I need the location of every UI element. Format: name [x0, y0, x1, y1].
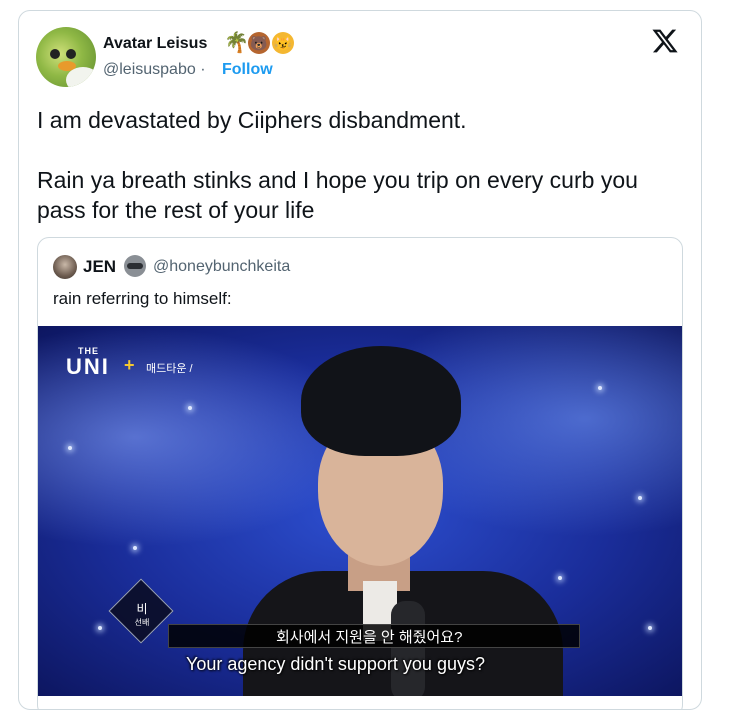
tweet-text: I am devastated by Ciiphers disbandment.…	[37, 105, 677, 225]
quoted-author-handle[interactable]: @honeybunchkeita	[153, 258, 290, 276]
tweet-embed-card[interactable]: Avatar Leisus 🌴 🐻 😼 @leisuspabo · Follow…	[18, 10, 702, 710]
person-hair	[301, 346, 461, 456]
handle-separator: ·	[200, 61, 206, 78]
microphone	[391, 601, 425, 696]
avatar-body	[66, 67, 96, 87]
author-name[interactable]: Avatar Leisus	[103, 35, 207, 53]
follow-button[interactable]: Follow	[222, 61, 273, 79]
sparkle	[133, 546, 137, 550]
quoted-media-image[interactable]: THE UNI + 매드타운 / 비 선배 회사에서 지원을 안 해줬어요? Y…	[38, 326, 682, 696]
sparkle	[648, 626, 652, 630]
x-logo-icon[interactable]	[651, 27, 679, 55]
bear-icon: 🐻	[248, 32, 270, 54]
quoted-author-avatar[interactable]	[53, 255, 77, 279]
english-subtitle: Your agency didn't support you guys?	[186, 654, 485, 674]
name-badge-text: 비 선배	[124, 600, 160, 628]
logo-unit: UNI	[66, 354, 110, 379]
smirking-cat-icon: 😼	[272, 32, 294, 54]
avatar-eye-left	[50, 49, 60, 59]
tweet-text-line2: Rain ya breath stinks and I hope you tri…	[37, 167, 638, 223]
raccoon-icon	[124, 255, 146, 277]
tweet-text-line1: I am devastated by Ciiphers disbandment.	[37, 107, 467, 133]
sparkle	[68, 446, 72, 450]
logo-korean: 매드타운 /	[146, 363, 193, 375]
sparkle	[638, 496, 642, 500]
quoted-tweet[interactable]: JEN @honeybunchkeita rain referring to h…	[37, 237, 683, 709]
author-emojis: 🌴 🐻 😼	[224, 32, 294, 54]
author-handle-text[interactable]: @leisuspabo	[103, 61, 196, 78]
logo-plus: +	[124, 355, 135, 375]
quoted-author-name[interactable]: JEN	[83, 257, 116, 277]
avatar-eye-right	[66, 49, 76, 59]
author-handle[interactable]: @leisuspabo ·	[103, 61, 206, 79]
author-avatar[interactable]	[36, 27, 96, 87]
sparkle	[188, 406, 192, 410]
sparkle	[98, 626, 102, 630]
korean-subtitle: 회사에서 지원을 안 해줬어요?	[276, 629, 463, 646]
badge-role: 선배	[134, 618, 150, 627]
quoted-tweet-text: rain referring to himself:	[53, 289, 232, 308]
palm-tree-icon: 🌴	[224, 32, 249, 54]
badge-name: 비	[136, 602, 148, 616]
